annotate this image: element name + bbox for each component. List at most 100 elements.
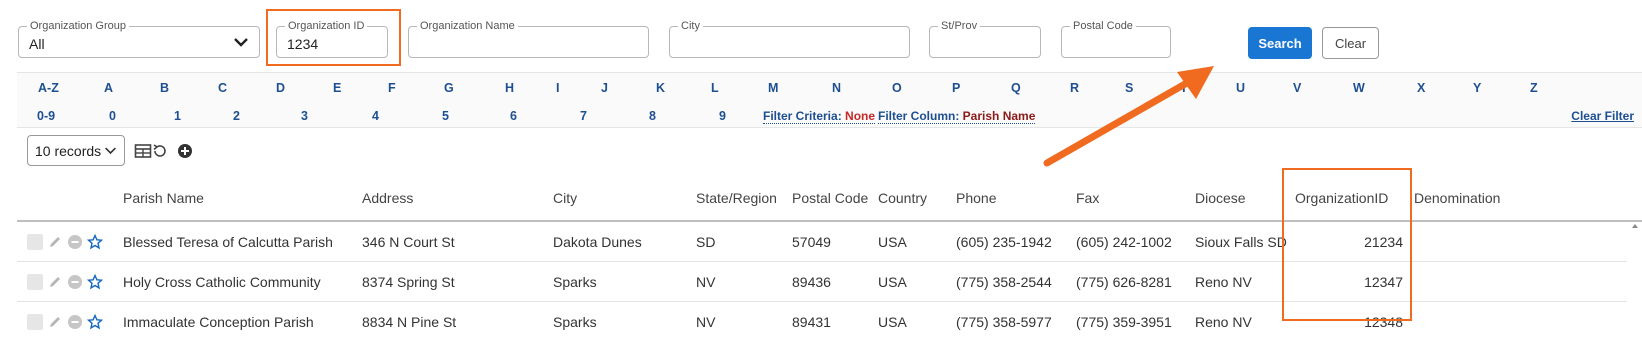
organization-id-value: 1234 xyxy=(287,36,319,52)
digit-4[interactable]: 4 xyxy=(372,109,379,123)
header-postal-code[interactable]: Postal Code xyxy=(792,190,868,206)
add-circle-icon[interactable] xyxy=(176,142,194,160)
header-diocese[interactable]: Diocese xyxy=(1195,190,1246,206)
letter-e[interactable]: E xyxy=(333,81,341,95)
row-checkbox[interactable] xyxy=(27,314,43,330)
pencil-icon[interactable] xyxy=(47,274,63,290)
letter-l[interactable]: L xyxy=(711,81,719,95)
digit-1[interactable]: 1 xyxy=(174,109,181,123)
clear-button[interactable]: Clear xyxy=(1322,27,1379,59)
star-icon[interactable] xyxy=(87,274,103,290)
chevron-down-icon xyxy=(105,147,116,155)
digit-2[interactable]: 2 xyxy=(233,109,240,123)
filter-column-label: Filter Column: xyxy=(878,109,960,123)
letter-az[interactable]: A-Z xyxy=(38,81,59,95)
letter-v[interactable]: V xyxy=(1293,81,1301,95)
minus-circle-icon[interactable] xyxy=(67,234,83,250)
star-icon[interactable] xyxy=(87,314,103,330)
city-label: City xyxy=(678,19,703,33)
alphabet-filter: A-Z A B C D E F G H I J K L M N O P Q R … xyxy=(17,72,1642,128)
vertical-scrollbar[interactable] xyxy=(1628,222,1642,337)
minus-circle-icon[interactable] xyxy=(67,314,83,330)
letter-k[interactable]: K xyxy=(656,81,665,95)
postal-code-label: Postal Code xyxy=(1070,19,1136,33)
cell-diocese: Reno NV xyxy=(1195,314,1252,330)
organization-id-field[interactable]: Organization ID 1234 xyxy=(276,19,388,58)
records-per-page-select[interactable]: 10 records xyxy=(27,135,125,166)
cell-address: 346 N Court St xyxy=(362,234,455,250)
digit-3[interactable]: 3 xyxy=(301,109,308,123)
letter-r[interactable]: R xyxy=(1070,81,1079,95)
header-denomination[interactable]: Denomination xyxy=(1414,190,1500,206)
letter-g[interactable]: G xyxy=(444,81,454,95)
filter-criteria[interactable]: Filter Criteria: None xyxy=(763,109,876,124)
st-prov-label: St/Prov xyxy=(938,19,981,33)
cell-postal-code: 89431 xyxy=(792,314,831,330)
letter-d[interactable]: D xyxy=(276,81,285,95)
letter-h[interactable]: H xyxy=(505,81,514,95)
cell-parish-name: Blessed Teresa of Calcutta Parish xyxy=(123,234,333,250)
header-parish-name[interactable]: Parish Name xyxy=(123,190,204,206)
letter-o[interactable]: O xyxy=(892,81,902,95)
letter-y[interactable]: Y xyxy=(1473,81,1481,95)
letter-w[interactable]: W xyxy=(1353,81,1365,95)
pencil-icon[interactable] xyxy=(47,234,63,250)
header-phone[interactable]: Phone xyxy=(956,190,996,206)
organization-group-select[interactable]: Organization Group All xyxy=(18,19,260,58)
filter-criteria-label: Filter Criteria: xyxy=(763,109,842,123)
organization-id-column-highlight xyxy=(1282,168,1412,321)
letter-c[interactable]: C xyxy=(218,81,227,95)
digit-0[interactable]: 0 xyxy=(109,109,116,123)
letter-p[interactable]: P xyxy=(952,81,960,95)
organization-group-label: Organization Group xyxy=(27,19,129,33)
digit-7[interactable]: 7 xyxy=(580,109,587,123)
header-address[interactable]: Address xyxy=(362,190,413,206)
header-fax[interactable]: Fax xyxy=(1076,190,1099,206)
cell-city: Sparks xyxy=(553,314,597,330)
header-country[interactable]: Country xyxy=(878,190,927,206)
letter-t[interactable]: T xyxy=(1180,81,1188,95)
digit-5[interactable]: 5 xyxy=(442,109,449,123)
letter-f[interactable]: F xyxy=(388,81,396,95)
minus-circle-icon[interactable] xyxy=(67,274,83,290)
digit-09[interactable]: 0-9 xyxy=(37,109,55,123)
cell-fax: (775) 626-8281 xyxy=(1076,274,1172,290)
row-checkbox[interactable] xyxy=(27,234,43,250)
table-columns-icon[interactable] xyxy=(134,142,152,160)
scroll-up-icon[interactable] xyxy=(1631,222,1639,230)
postal-code-field[interactable]: Postal Code xyxy=(1061,19,1171,58)
star-icon[interactable] xyxy=(87,234,103,250)
letter-i[interactable]: I xyxy=(556,81,559,95)
letter-m[interactable]: M xyxy=(768,81,778,95)
letter-q[interactable]: Q xyxy=(1011,81,1021,95)
cell-postal-code: 89436 xyxy=(792,274,831,290)
st-prov-field[interactable]: St/Prov xyxy=(929,19,1041,58)
letter-x[interactable]: X xyxy=(1417,81,1425,95)
organization-name-label: Organization Name xyxy=(417,19,518,33)
letter-j[interactable]: J xyxy=(601,81,608,95)
organization-name-field[interactable]: Organization Name xyxy=(408,19,649,58)
clear-filter-link[interactable]: Clear Filter xyxy=(1571,109,1634,123)
letter-u[interactable]: U xyxy=(1236,81,1245,95)
cell-state: NV xyxy=(696,314,716,330)
header-state-region[interactable]: State/Region xyxy=(696,190,777,206)
digit-6[interactable]: 6 xyxy=(510,109,517,123)
city-field[interactable]: City xyxy=(669,19,910,58)
organization-id-label: Organization ID xyxy=(285,19,368,33)
letter-s[interactable]: S xyxy=(1125,81,1133,95)
row-checkbox[interactable] xyxy=(27,274,43,290)
letter-b[interactable]: B xyxy=(160,81,169,95)
chevron-down-icon xyxy=(234,38,248,47)
reset-icon[interactable] xyxy=(151,142,169,160)
header-city[interactable]: City xyxy=(553,190,577,206)
filter-column[interactable]: Filter Column: Parish Name xyxy=(878,109,1036,124)
cell-country: USA xyxy=(878,234,907,250)
search-button[interactable]: Search xyxy=(1248,27,1312,59)
letter-n[interactable]: N xyxy=(832,81,841,95)
digit-9[interactable]: 9 xyxy=(719,109,726,123)
letter-a[interactable]: A xyxy=(104,81,113,95)
cell-fax: (605) 242-1002 xyxy=(1076,234,1172,250)
pencil-icon[interactable] xyxy=(47,314,63,330)
letter-z[interactable]: Z xyxy=(1530,81,1538,95)
digit-8[interactable]: 8 xyxy=(649,109,656,123)
